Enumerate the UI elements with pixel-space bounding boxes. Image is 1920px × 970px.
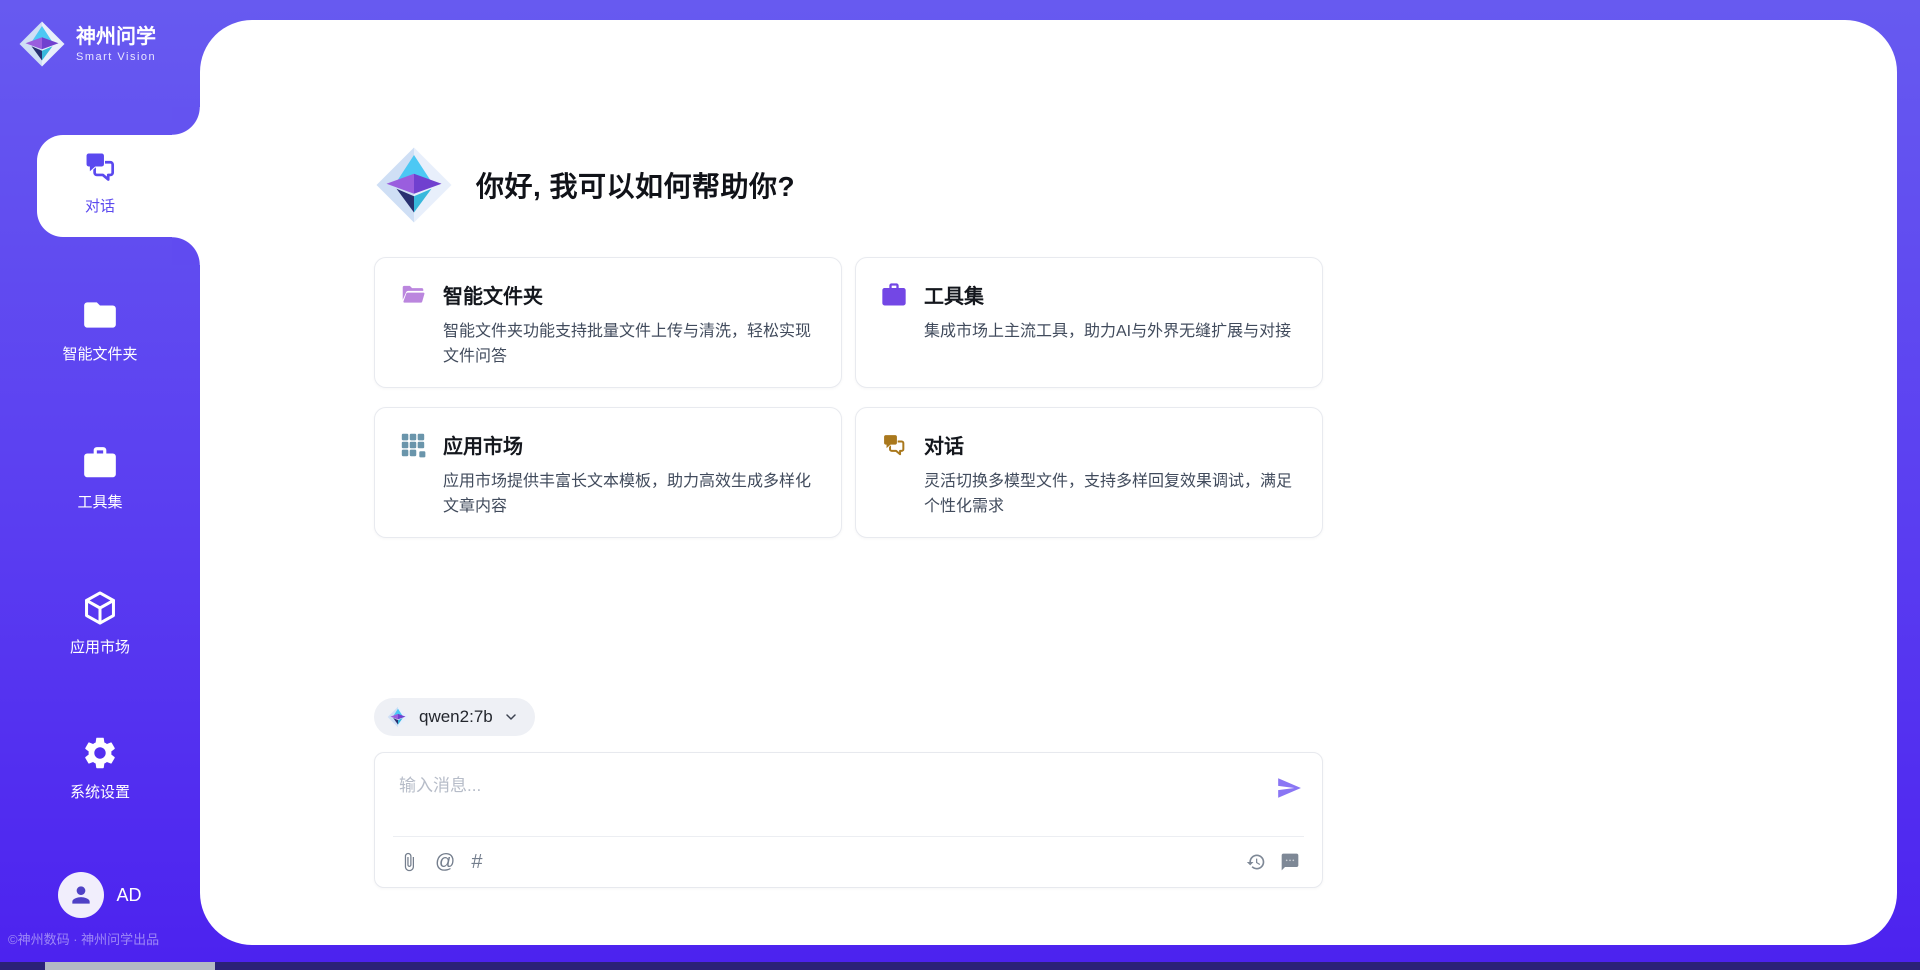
card-description: 智能文件夹功能支持批量文件上传与清洗，轻松实现文件问答 [443,320,817,370]
message-input[interactable] [397,769,1261,831]
brand-name: 神州问学 [76,26,156,49]
card-description: 灵活切换多模型文件，支持多样回复效果调试，满足个性化需求 [924,470,1298,520]
horizontal-scrollbar-thumb[interactable] [45,962,215,970]
mention-button[interactable]: @ [435,852,455,872]
chat-bubbles-icon [81,148,119,186]
card-app-market[interactable]: 应用市场 应用市场提供丰富长文本模板，助力高效生成多样化文章内容 [374,407,842,538]
briefcase-icon [880,281,908,309]
active-tab-fillet-bottom [172,237,200,265]
paperclip-icon [399,852,419,872]
card-description: 应用市场提供丰富长文本模板，助力高效生成多样化文章内容 [443,470,817,520]
greeting-text: 你好, 我可以如何帮助你? [476,165,795,205]
active-tab-fillet-top [172,107,200,135]
card-title: 智能文件夹 [443,280,543,309]
user-avatar-icon [68,882,94,908]
cube-icon [81,589,119,627]
at-icon: @ [435,852,455,872]
sidebar-item-label: 智能文件夹 [62,343,137,364]
chat-bubble-icon [1280,852,1300,872]
sidebar: 神州问学 Smart Vision 对话 智能文件夹 工具集 应用市场 系统设置… [0,0,200,970]
send-icon [1276,775,1302,801]
folder-open-icon [399,281,427,309]
grid-tiles-icon [399,431,427,459]
model-name: qwen2:7b [419,707,493,727]
model-selector[interactable]: qwen2:7b [374,698,535,736]
user-name: AD [116,885,141,906]
gem-logo-icon [374,145,454,225]
sidebar-item-label: 工具集 [77,491,122,512]
gear-icon [81,734,119,772]
user-profile[interactable]: AD [0,872,200,918]
history-icon [1246,852,1266,872]
brand-logo: 神州问学 Smart Vision [18,20,156,68]
message-composer: @ # [374,752,1323,888]
briefcase-icon [81,444,119,482]
sidebar-item-toolset[interactable]: 工具集 [0,444,200,512]
sidebar-item-system-settings[interactable]: 系统设置 [0,734,200,802]
card-title: 工具集 [924,280,984,309]
card-chat[interactable]: 对话 灵活切换多模型文件，支持多样回复效果调试，满足个性化需求 [855,407,1323,538]
send-button[interactable] [1276,775,1302,801]
folder-icon [81,296,119,334]
copyright-footer: ©神州数码 · 神州问学出品 [8,929,238,948]
gem-logo-icon [18,20,66,68]
conversation-button[interactable] [1280,852,1300,872]
feature-cards: 智能文件夹 智能文件夹功能支持批量文件上传与清洗，轻松实现文件问答 工具集 集成… [374,257,1323,538]
horizontal-scrollbar-track [0,962,1920,970]
attach-file-button[interactable] [399,852,419,872]
card-toolset[interactable]: 工具集 集成市场上主流工具，助力AI与外界无缝扩展与对接 [855,257,1323,388]
history-button[interactable] [1246,852,1266,872]
greeting: 你好, 我可以如何帮助你? [374,145,1323,225]
gem-logo-icon [387,706,409,728]
sidebar-item-chat[interactable]: 对话 [0,148,200,216]
card-title: 对话 [924,430,964,459]
card-smart-folders[interactable]: 智能文件夹 智能文件夹功能支持批量文件上传与清洗，轻松实现文件问答 [374,257,842,388]
chat-bubbles-icon [880,431,908,459]
topic-button[interactable]: # [471,852,482,872]
sidebar-item-label: 应用市场 [70,636,130,657]
sidebar-item-label: 对话 [85,195,115,216]
composer-toolbar: @ # [393,836,1304,887]
brand-subtitle: Smart Vision [76,51,156,63]
sidebar-item-smart-folders[interactable]: 智能文件夹 [0,296,200,364]
sidebar-item-app-market[interactable]: 应用市场 [0,589,200,657]
card-description: 集成市场上主流工具，助力AI与外界无缝扩展与对接 [924,320,1298,345]
hash-icon: # [471,852,482,872]
avatar [58,872,104,918]
sidebar-item-label: 系统设置 [70,781,130,802]
chevron-down-icon [503,709,519,725]
card-title: 应用市场 [443,430,523,459]
